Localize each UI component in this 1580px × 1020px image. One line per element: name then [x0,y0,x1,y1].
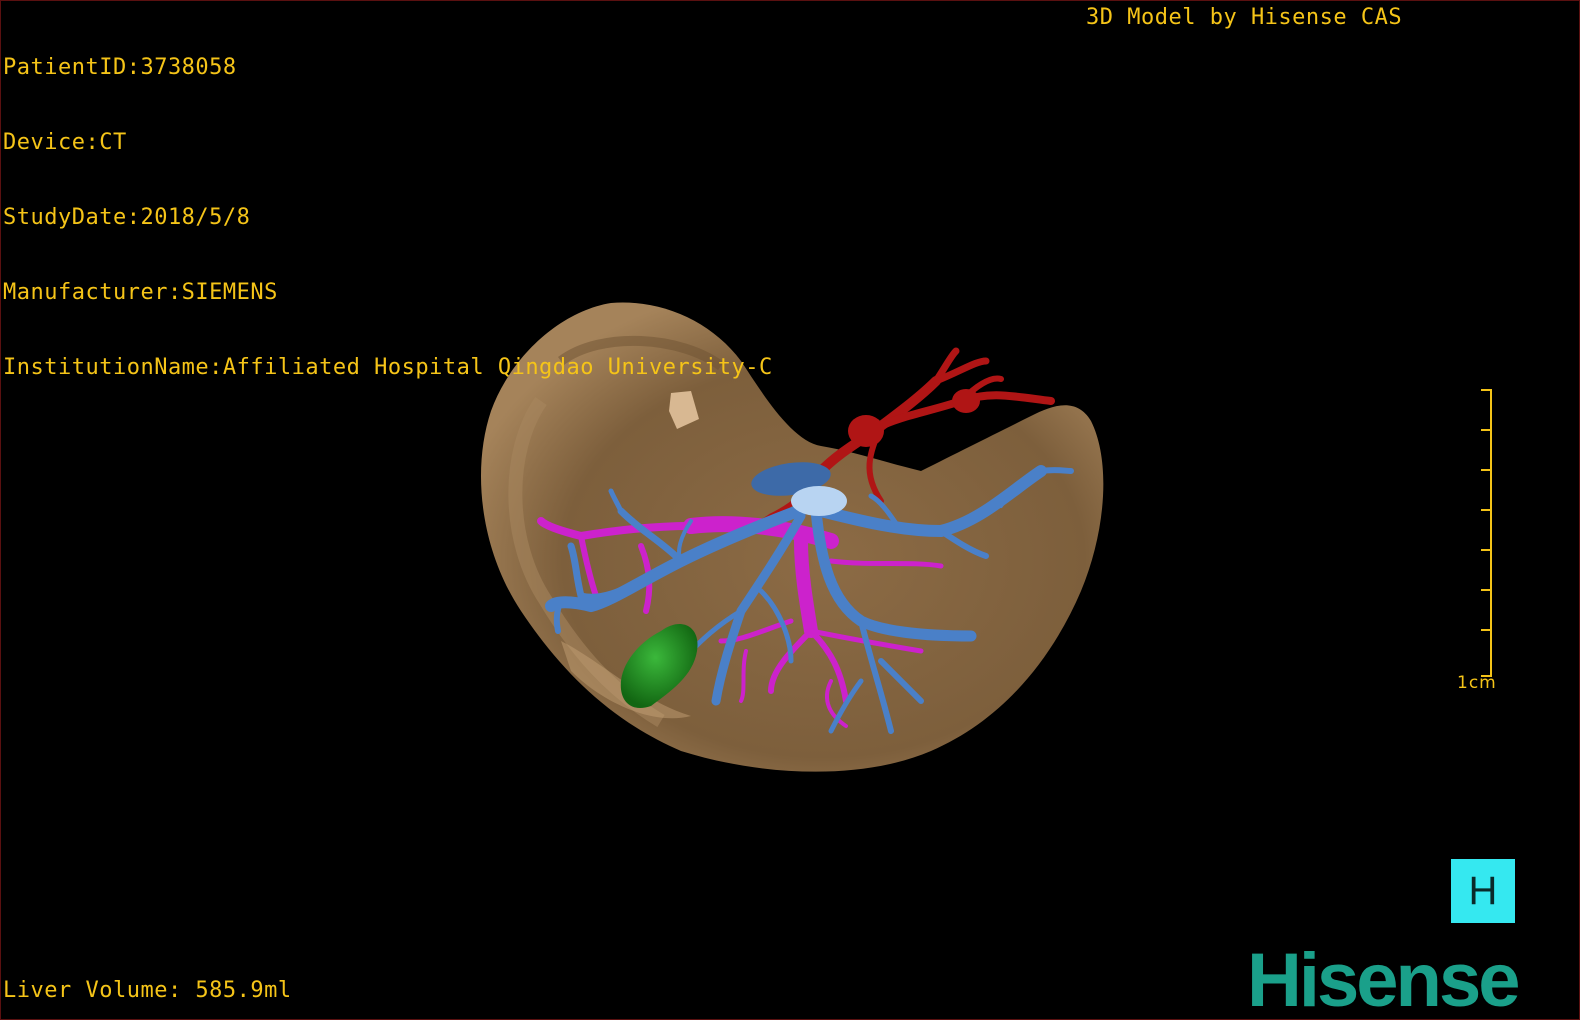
scale-bar [1481,389,1492,677]
3d-viewport[interactable]: PatientID:3738058 Device:CT StudyDate:20… [0,0,1580,1020]
vein-confluence[interactable] [791,486,847,516]
liver-volume: Liver Volume: 585.9ml [3,978,292,1003]
orientation-button[interactable]: H [1451,859,1515,923]
manufacturer: Manufacturer:SIEMENS [3,280,278,305]
hisense-logo: Hisense [1247,938,1520,1020]
patient-id: PatientID:3738058 [3,55,237,80]
model-credit: 3D Model by Hisense CAS [1086,5,1403,30]
device: Device:CT [3,130,127,155]
dicom-info-overlay: PatientID:3738058 Device:CT StudyDate:20… [3,5,773,430]
scale-label: 1cm [1457,673,1497,693]
study-date: StudyDate:2018/5/8 [3,205,251,230]
institution-name: InstitutionName:Affiliated Hospital Qing… [3,355,773,380]
